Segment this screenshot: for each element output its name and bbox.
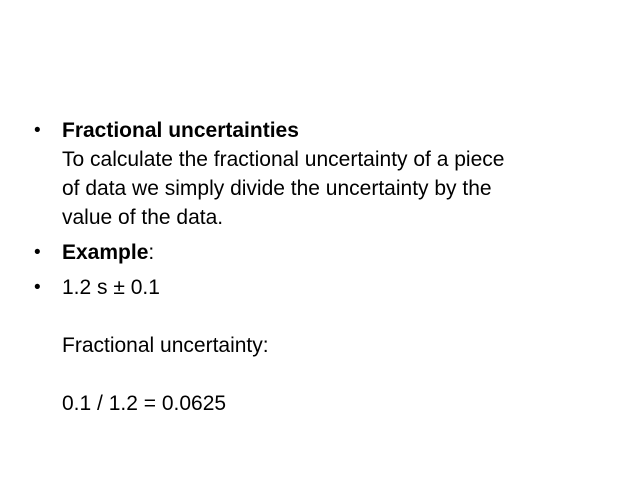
- item-heading: Fractional uncertainties: [62, 119, 299, 142]
- item-heading: Example: [62, 241, 149, 264]
- item-text-line: of data we simply divide the uncertainty…: [62, 177, 492, 200]
- bullet-marker: •: [34, 120, 41, 141]
- heading-suffix: :: [148, 241, 155, 264]
- bullet-item-calculation: • 1.2 s ± 0.1 Fractional uncertainty: 0.…: [34, 273, 614, 418]
- item-text-line: value of the data.: [62, 206, 224, 229]
- measurement-line: 1.2 s ± 0.1: [62, 276, 160, 299]
- item-text-line: To calculate the fractional uncertainty …: [62, 148, 505, 171]
- bullet-item-fractional-uncertainties: • Fractional uncertainties To calculate …: [34, 116, 614, 232]
- bullet-marker: •: [34, 242, 41, 263]
- example-line: Example:: [62, 238, 614, 267]
- bullet-list: • Fractional uncertainties To calculate …: [34, 116, 614, 424]
- slide: • Fractional uncertainties To calculate …: [0, 0, 638, 479]
- fractional-uncertainty-label: Fractional uncertainty:: [62, 334, 269, 357]
- bullet-marker: •: [34, 277, 41, 298]
- bullet-item-example: • Example:: [34, 238, 614, 267]
- calculation-result: 0.1 / 1.2 = 0.0625: [62, 392, 227, 415]
